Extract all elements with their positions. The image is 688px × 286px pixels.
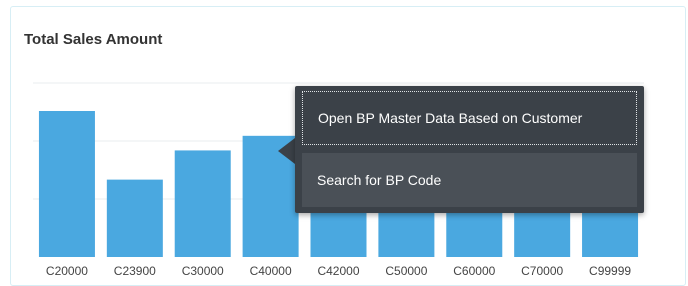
popover-arrow	[278, 138, 295, 164]
bar-c20000[interactable]	[38, 111, 95, 257]
search-bp-code-menu-item[interactable]: Search for BP Code	[302, 153, 637, 207]
x-tick-label: C23900	[114, 264, 156, 278]
x-tick-label: C99999	[589, 264, 631, 278]
x-tick-label: C42000	[317, 264, 359, 278]
chart-x-ticks: C20000 C23900 C30000 C40000 C42000 C50000 C600…	[46, 264, 631, 278]
context-menu-popover: Open BP Master Data Based on Customer Se…	[295, 86, 644, 213]
x-tick-label: C70000	[521, 264, 563, 278]
bar-c30000[interactable]	[174, 150, 231, 257]
bar-c23900[interactable]	[106, 179, 163, 257]
x-tick-label: C20000	[46, 264, 88, 278]
x-tick-label: C30000	[182, 264, 224, 278]
x-tick-label: C50000	[385, 264, 427, 278]
x-tick-label: C60000	[453, 264, 495, 278]
x-tick-label: C40000	[250, 264, 292, 278]
open-bp-master-data-menu-item[interactable]: Open BP Master Data Based on Customer	[302, 91, 637, 145]
